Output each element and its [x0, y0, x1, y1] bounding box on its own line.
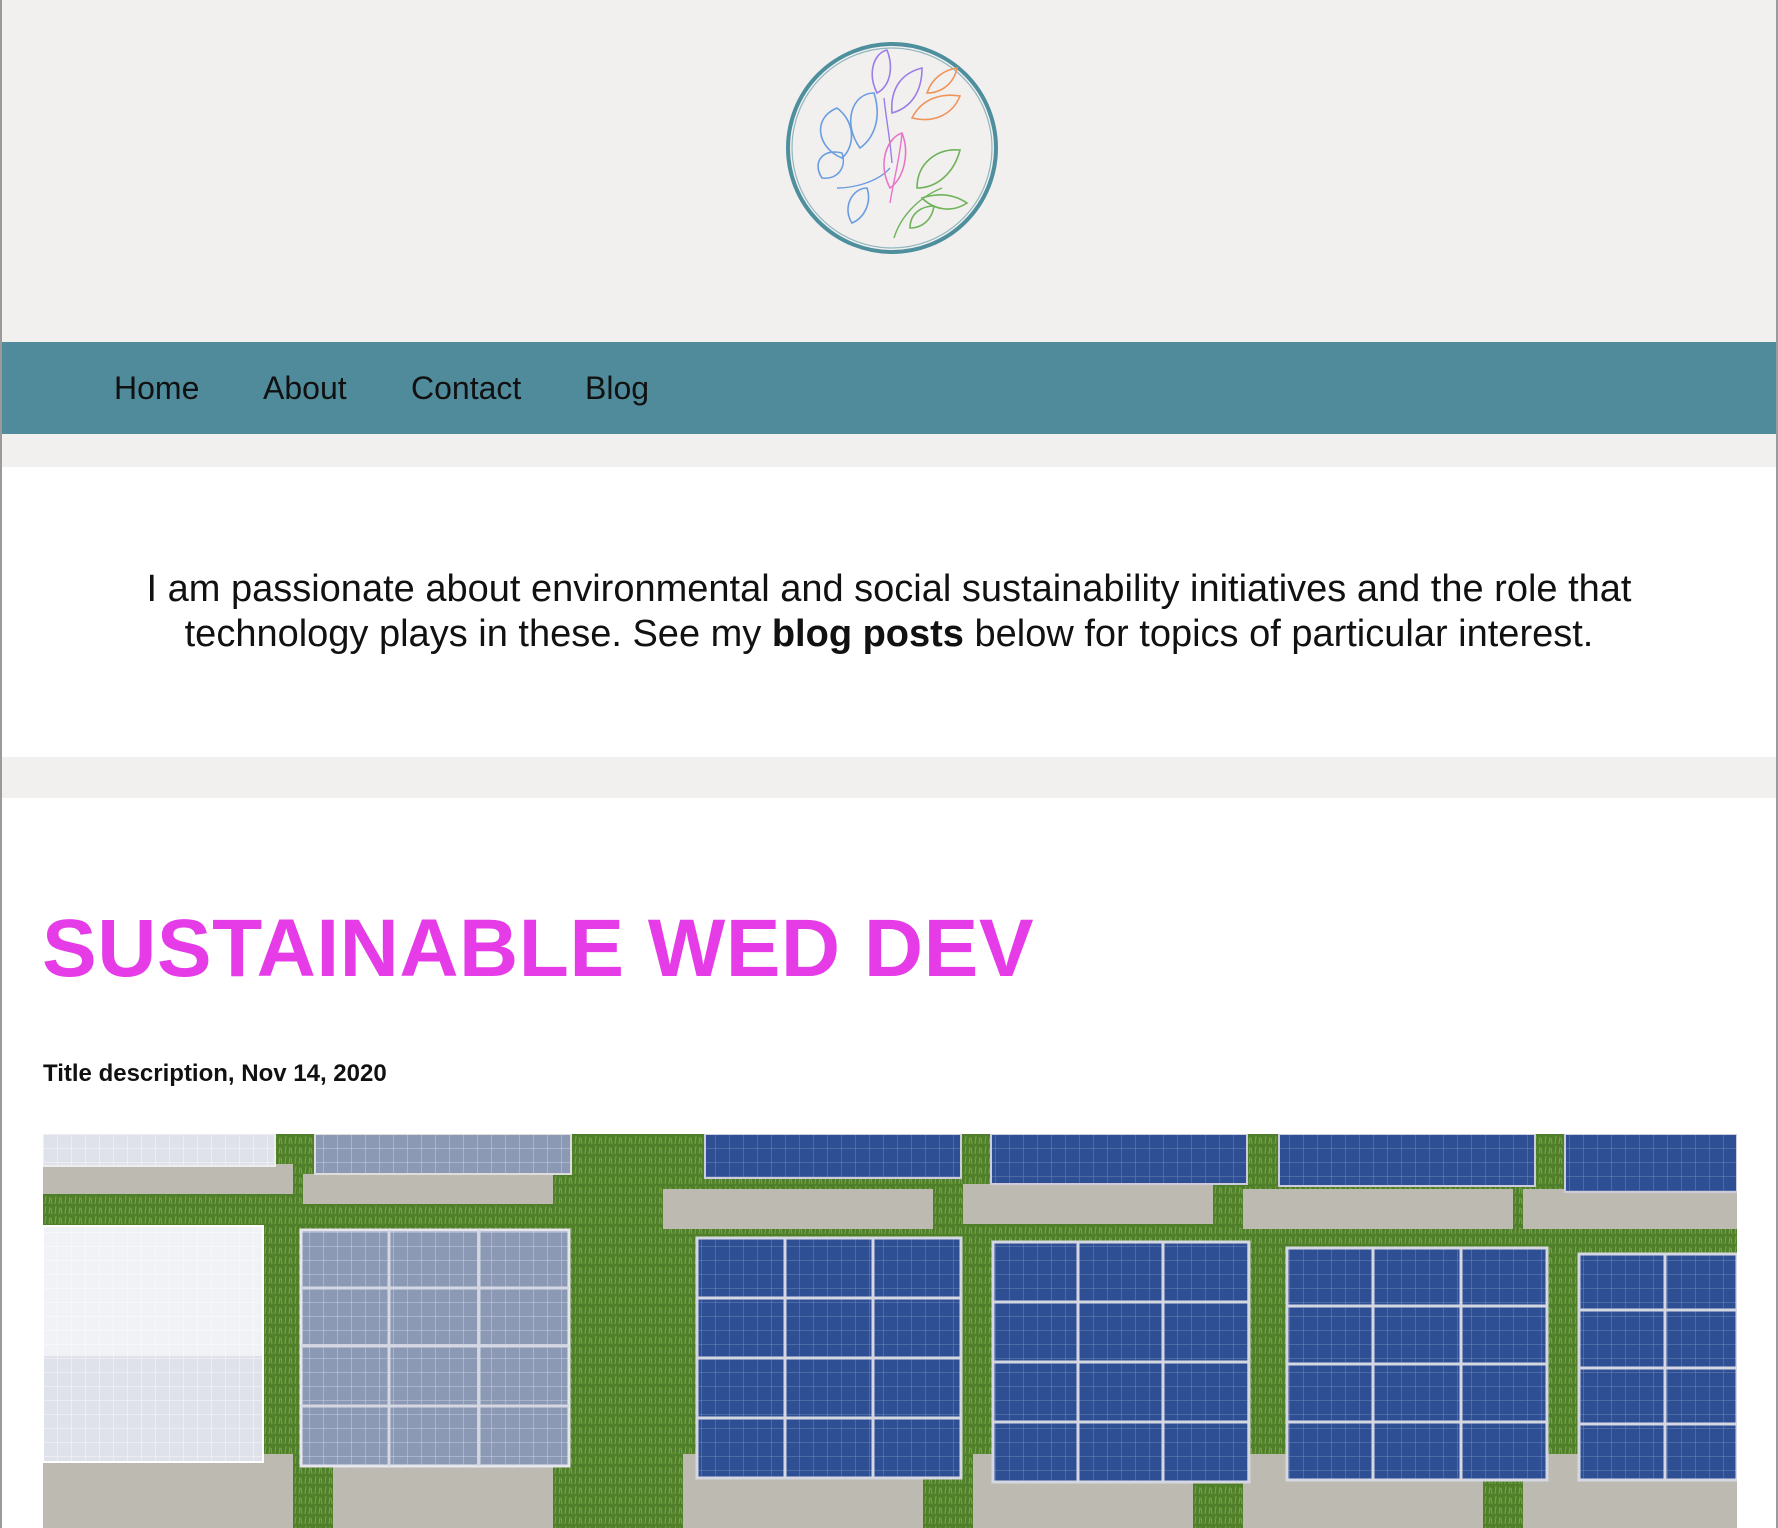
blog-posts-emphasis: blog posts [771, 613, 964, 655]
post-meta: Title description, Nov 14, 2020 [43, 1060, 387, 1087]
blog-post: SUSTAINABLE WED DEV Title description, N… [2, 798, 1776, 1528]
intro-line-2-end: below for topics of particular interest. [963, 613, 1594, 655]
intro-section: I am passionate about environmental and … [2, 467, 1776, 757]
nav-link-blog[interactable]: Blog [585, 342, 649, 434]
floral-logo-icon[interactable] [782, 38, 1002, 258]
main-navigation: Home About Contact Blog [2, 342, 1776, 434]
solar-panels-photo-icon [43, 1134, 1737, 1528]
intro-line-1: I am passionate about environmental and … [146, 568, 1632, 610]
site-header [2, 0, 1776, 342]
intro-line-2-start: technology plays in these. See my [184, 613, 772, 655]
intro-paragraph: I am passionate about environmental and … [2, 567, 1776, 657]
nav-link-home[interactable]: Home [114, 342, 199, 434]
solar-panels-image [43, 1134, 1737, 1528]
post-title[interactable]: SUSTAINABLE WED DEV [42, 904, 1034, 994]
nav-link-about[interactable]: About [263, 342, 347, 434]
nav-link-contact[interactable]: Contact [411, 342, 521, 434]
